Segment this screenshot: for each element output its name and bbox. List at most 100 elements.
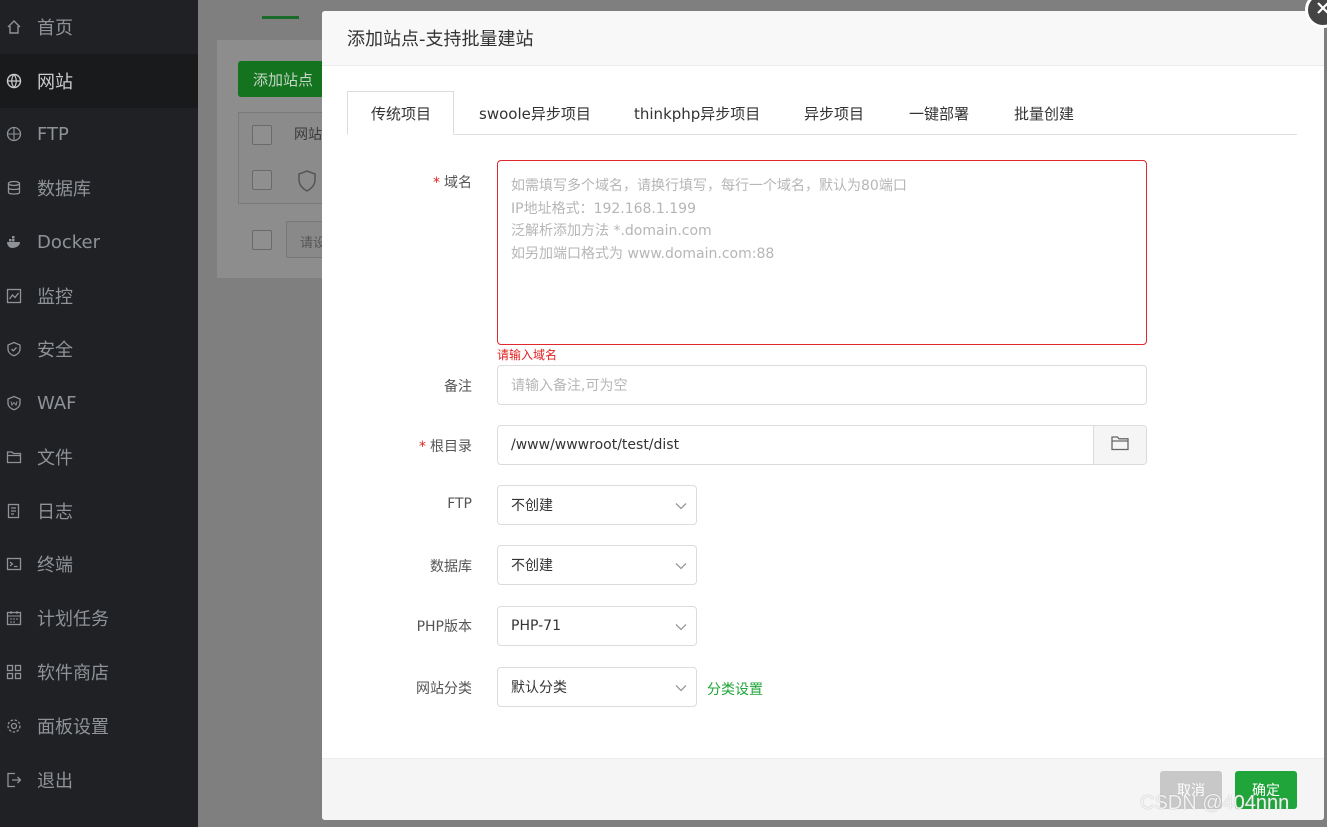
home-icon (6, 19, 22, 35)
domain-label: * 域名 (322, 172, 472, 192)
terminal-icon (6, 556, 22, 572)
root-dir-label: * 根目录 (322, 436, 472, 456)
batch-checkbox[interactable] (252, 230, 272, 250)
ftp-select-value: 不创建 (511, 498, 553, 514)
category-value: 默认分类 (511, 680, 567, 696)
logout-icon (6, 772, 22, 788)
domain-error: 请输入域名 (497, 348, 558, 362)
sidebar-item-label: 软件商店 (37, 663, 109, 684)
sidebar-item-label: 退出 (37, 771, 73, 792)
database-select[interactable]: 不创建 (497, 545, 697, 585)
add-site-dialog: 添加站点-支持批量建站 传统项目 swoole异步项目 thinkphp异步项目… (322, 11, 1324, 820)
database-icon (6, 180, 22, 196)
tab-traditional[interactable]: 传统项目 (347, 91, 454, 135)
sidebar-item-label: 监控 (37, 287, 73, 308)
chevron-down-icon (675, 563, 687, 570)
folder-icon (6, 449, 22, 465)
tab-batch-create[interactable]: 批量创建 (1014, 91, 1074, 135)
tab-one-click-deploy[interactable]: 一键部署 (909, 91, 969, 135)
sidebar-item-monitor[interactable]: 监控 (0, 269, 198, 323)
root-dir-input[interactable]: /www/wwwroot/test/dist (497, 425, 1147, 465)
select-all-checkbox[interactable] (252, 125, 272, 145)
sidebar-item-label: 数据库 (37, 179, 91, 200)
close-icon (1315, 0, 1327, 20)
placeholder-line: IP地址格式：192.168.1.199 (511, 200, 696, 217)
tab-swoole[interactable]: swoole异步项目 (479, 91, 591, 135)
sidebar-item-label: 网站 (37, 72, 73, 93)
php-version-value: PHP-71 (511, 618, 561, 634)
waf-icon (6, 395, 22, 411)
sidebar-item-logs[interactable]: 日志 (0, 484, 198, 538)
log-icon (6, 503, 22, 519)
dialog-title: 添加站点-支持批量建站 (322, 11, 1324, 66)
placeholder-line: 如另加端口格式为 www.domain.com:88 (511, 245, 775, 262)
sidebar-item-website[interactable]: 网站 (0, 54, 198, 108)
tab-thinkphp[interactable]: thinkphp异步项目 (634, 91, 760, 135)
category-settings-link[interactable]: 分类设置 (707, 679, 763, 699)
sidebar-item-cron[interactable]: 计划任务 (0, 591, 198, 645)
waf-icon (297, 170, 317, 192)
shield-icon (6, 341, 22, 357)
required-mark: * (433, 175, 440, 191)
root-dir-label-text: 根目录 (430, 439, 472, 455)
ftp-select[interactable]: 不创建 (497, 485, 697, 525)
row-checkbox[interactable] (252, 170, 272, 190)
placeholder-line: 如需填写多个域名，请换行填写，每行一个域名，默认为80端口 (511, 178, 907, 194)
globe-icon (6, 73, 22, 89)
sidebar-item-home[interactable]: 首页 (0, 0, 198, 54)
sidebar-item-label: 文件 (37, 448, 73, 469)
sidebar-item-label: 日志 (37, 502, 73, 523)
php-version-select[interactable]: PHP-71 (497, 606, 697, 646)
sidebar-item-logout[interactable]: 退出 (0, 753, 198, 807)
table-header-site: 网站 (294, 127, 322, 143)
sidebar-item-ftp[interactable]: FTP (0, 107, 198, 161)
php-version-label: PHP版本 (416, 619, 472, 635)
project-tabs: 传统项目 swoole异步项目 thinkphp异步项目 异步项目 一键部署 批… (347, 91, 1297, 135)
sidebar-item-files[interactable]: 文件 (0, 430, 198, 484)
database-select-value: 不创建 (511, 558, 553, 574)
chevron-down-icon (675, 685, 687, 692)
category-select[interactable]: 默认分类 (497, 667, 697, 707)
remark-label: 备注 (444, 379, 472, 395)
sidebar-item-label: FTP (37, 123, 69, 145)
chevron-down-icon (675, 624, 687, 631)
root-dir-value: /www/wwwroot/test/dist (511, 437, 680, 453)
docker-icon (6, 234, 22, 250)
ftp-icon (6, 126, 22, 142)
watermark: CSDN @404nnn (1140, 792, 1290, 814)
sidebar-item-label: 面板设置 (37, 717, 109, 738)
sidebar-item-docker[interactable]: Docker (0, 215, 198, 269)
folder-icon (1111, 435, 1129, 455)
chevron-down-icon (675, 503, 687, 510)
ftp-label: FTP (447, 496, 472, 512)
gear-icon (6, 718, 22, 734)
domain-textarea[interactable]: 如需填写多个域名，请换行填写，每行一个域名，默认为80端口 IP地址格式：192… (497, 160, 1147, 345)
monitor-icon (6, 288, 22, 304)
category-label: 网站分类 (416, 681, 472, 697)
sidebar-item-waf[interactable]: WAF (0, 376, 198, 430)
sidebar-item-label: Docker (37, 231, 101, 253)
required-mark: * (419, 439, 426, 455)
sidebar-item-security[interactable]: 安全 (0, 322, 198, 376)
sidebar-item-store[interactable]: 软件商店 (0, 645, 198, 699)
sidebar: 首页 网站 FTP 数据库 Docker 监控 安全 WAF 文件 日志 终端 (0, 0, 198, 827)
database-label: 数据库 (430, 559, 472, 575)
sidebar-item-settings[interactable]: 面板设置 (0, 699, 198, 753)
sidebar-item-label: 终端 (37, 555, 73, 576)
tab-async[interactable]: 异步项目 (804, 91, 864, 135)
domain-label-text: 域名 (444, 175, 472, 191)
sidebar-item-label: 安全 (37, 340, 73, 361)
add-site-button[interactable]: 添加站点 (238, 61, 328, 97)
tab-indicator (262, 16, 299, 19)
calendar-icon (6, 610, 22, 626)
placeholder-line: 泛解析添加方法 *.domain.com (511, 223, 712, 239)
apps-icon (6, 664, 22, 680)
sidebar-item-label: 首页 (37, 18, 73, 39)
sidebar-item-label: 计划任务 (37, 609, 109, 630)
remark-input[interactable]: 请输入备注,可为空 (497, 365, 1147, 405)
remark-placeholder: 请输入备注,可为空 (511, 378, 628, 394)
browse-folder-button[interactable] (1093, 426, 1146, 464)
sidebar-item-label: WAF (37, 392, 77, 414)
sidebar-item-database[interactable]: 数据库 (0, 161, 198, 215)
sidebar-item-terminal[interactable]: 终端 (0, 537, 198, 591)
